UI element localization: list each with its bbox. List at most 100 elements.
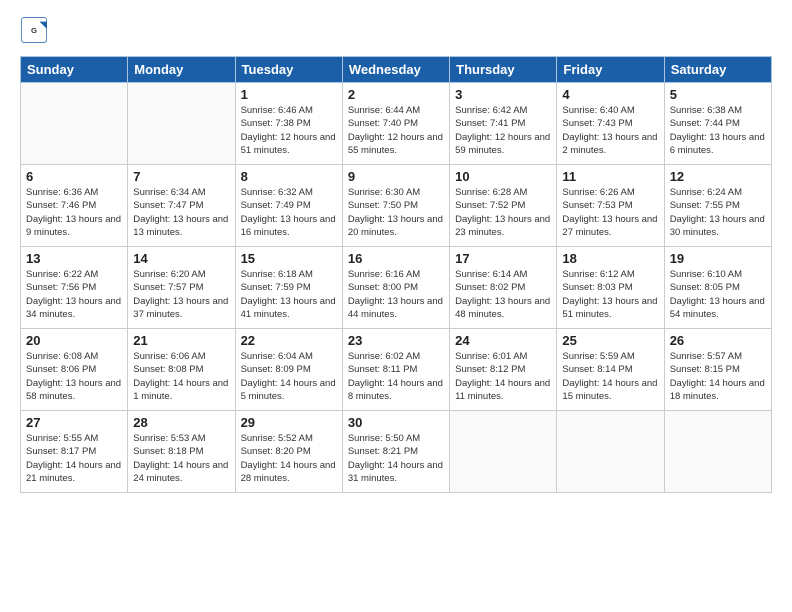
day-number: 23 <box>348 333 444 348</box>
day-info: Sunrise: 6:32 AMSunset: 7:49 PMDaylight:… <box>241 186 337 239</box>
calendar-cell: 18Sunrise: 6:12 AMSunset: 8:03 PMDayligh… <box>557 247 664 329</box>
calendar-cell <box>664 411 771 493</box>
calendar-cell: 3 Sunrise: 6:42 AMSunset: 7:41 PMDaylight… <box>450 83 557 165</box>
calendar-header-tuesday: Tuesday <box>235 57 342 83</box>
day-number: 11 <box>562 169 658 184</box>
day-number: 6 <box>26 169 122 184</box>
calendar-cell: 28Sunrise: 5:53 AMSunset: 8:18 PMDayligh… <box>128 411 235 493</box>
calendar-cell: 29 Sunrise: 5:52 AMSunset: 8:20 PMDayligh… <box>235 411 342 493</box>
calendar-cell: 20 Sunrise: 6:08 AMSunset: 8:06 PMDayligh… <box>21 329 128 411</box>
day-number: 29 <box>241 415 337 430</box>
logo: G <box>20 16 52 44</box>
calendar-header-row: SundayMondayTuesdayWednesdayThursdayFrid… <box>21 57 772 83</box>
day-info: Sunrise: 6:44 AMSunset: 7:40 PMDaylight:… <box>348 104 444 157</box>
day-info: Sunrise: 6:10 AMSunset: 8:05 PMDaylight:… <box>670 268 766 321</box>
day-info: Sunrise: 6:42 AMSunset: 7:41 PMDaylight:… <box>455 104 551 157</box>
svg-text:G: G <box>31 26 37 35</box>
calendar-cell: 14 Sunrise: 6:20 AMSunset: 7:57 PMDayligh… <box>128 247 235 329</box>
day-number: 8 <box>241 169 337 184</box>
calendar-cell: 7 Sunrise: 6:34 AMSunset: 7:47 PMDaylight… <box>128 165 235 247</box>
day-info: Sunrise: 5:59 AMSunset: 8:14 PMDaylight:… <box>562 350 658 403</box>
day-number: 12 <box>670 169 766 184</box>
calendar-cell: 11 Sunrise: 6:26 AMSunset: 7:53 PMDayligh… <box>557 165 664 247</box>
day-number: 5 <box>670 87 766 102</box>
day-number: 20 <box>26 333 122 348</box>
day-number: 13 <box>26 251 122 266</box>
calendar-header-thursday: Thursday <box>450 57 557 83</box>
calendar-week-1: 6 Sunrise: 6:36 AMSunset: 7:46 PMDaylight… <box>21 165 772 247</box>
day-number: 19 <box>670 251 766 266</box>
calendar-header-wednesday: Wednesday <box>342 57 449 83</box>
calendar-week-4: 27Sunrise: 5:55 AMSunset: 8:17 PMDayligh… <box>21 411 772 493</box>
calendar-cell: 10 Sunrise: 6:28 AMSunset: 7:52 PMDayligh… <box>450 165 557 247</box>
day-info: Sunrise: 5:50 AMSunset: 8:21 PMDaylight:… <box>348 432 444 485</box>
day-number: 24 <box>455 333 551 348</box>
day-info: Sunrise: 6:14 AMSunset: 8:02 PMDaylight:… <box>455 268 551 321</box>
calendar-cell <box>21 83 128 165</box>
day-info: Sunrise: 6:40 AMSunset: 7:43 PMDaylight:… <box>562 104 658 157</box>
calendar-cell: 9Sunrise: 6:30 AMSunset: 7:50 PMDaylight… <box>342 165 449 247</box>
day-number: 10 <box>455 169 551 184</box>
day-number: 4 <box>562 87 658 102</box>
calendar-week-3: 20 Sunrise: 6:08 AMSunset: 8:06 PMDayligh… <box>21 329 772 411</box>
calendar-cell: 13 Sunrise: 6:22 AMSunset: 7:56 PMDayligh… <box>21 247 128 329</box>
day-number: 17 <box>455 251 551 266</box>
day-number: 27 <box>26 415 122 430</box>
day-info: Sunrise: 6:04 AMSunset: 8:09 PMDaylight:… <box>241 350 337 403</box>
page-header: G <box>20 16 772 44</box>
calendar-cell: 17 Sunrise: 6:14 AMSunset: 8:02 PMDayligh… <box>450 247 557 329</box>
calendar-header-friday: Friday <box>557 57 664 83</box>
calendar-week-2: 13 Sunrise: 6:22 AMSunset: 7:56 PMDayligh… <box>21 247 772 329</box>
day-info: Sunrise: 6:06 AMSunset: 8:08 PMDaylight:… <box>133 350 229 403</box>
day-number: 7 <box>133 169 229 184</box>
calendar-cell: 24 Sunrise: 6:01 AMSunset: 8:12 PMDayligh… <box>450 329 557 411</box>
calendar-cell <box>450 411 557 493</box>
day-number: 16 <box>348 251 444 266</box>
day-number: 28 <box>133 415 229 430</box>
day-number: 21 <box>133 333 229 348</box>
day-info: Sunrise: 6:38 AMSunset: 7:44 PMDaylight:… <box>670 104 766 157</box>
calendar-cell: 22 Sunrise: 6:04 AMSunset: 8:09 PMDayligh… <box>235 329 342 411</box>
day-info: Sunrise: 6:16 AMSunset: 8:00 PMDaylight:… <box>348 268 444 321</box>
calendar-cell: 26 Sunrise: 5:57 AMSunset: 8:15 PMDayligh… <box>664 329 771 411</box>
day-info: Sunrise: 6:24 AMSunset: 7:55 PMDaylight:… <box>670 186 766 239</box>
day-info: Sunrise: 6:02 AMSunset: 8:11 PMDaylight:… <box>348 350 444 403</box>
day-info: Sunrise: 6:08 AMSunset: 8:06 PMDaylight:… <box>26 350 122 403</box>
day-info: Sunrise: 6:46 AMSunset: 7:38 PMDaylight:… <box>241 104 337 157</box>
calendar-header-monday: Monday <box>128 57 235 83</box>
day-info: Sunrise: 6:36 AMSunset: 7:46 PMDaylight:… <box>26 186 122 239</box>
calendar-cell: 5 Sunrise: 6:38 AMSunset: 7:44 PMDaylight… <box>664 83 771 165</box>
day-number: 3 <box>455 87 551 102</box>
day-number: 1 <box>241 87 337 102</box>
day-info: Sunrise: 6:22 AMSunset: 7:56 PMDaylight:… <box>26 268 122 321</box>
calendar-header-sunday: Sunday <box>21 57 128 83</box>
calendar-cell <box>557 411 664 493</box>
calendar-page: G SundayMondayTuesdayWednesdayThursdayFr… <box>0 0 792 612</box>
day-info: Sunrise: 5:57 AMSunset: 8:15 PMDaylight:… <box>670 350 766 403</box>
day-info: Sunrise: 6:28 AMSunset: 7:52 PMDaylight:… <box>455 186 551 239</box>
calendar-week-0: 1 Sunrise: 6:46 AMSunset: 7:38 PMDaylight… <box>21 83 772 165</box>
calendar-cell: 8 Sunrise: 6:32 AMSunset: 7:49 PMDaylight… <box>235 165 342 247</box>
day-info: Sunrise: 6:34 AMSunset: 7:47 PMDaylight:… <box>133 186 229 239</box>
calendar-cell: 2 Sunrise: 6:44 AMSunset: 7:40 PMDaylight… <box>342 83 449 165</box>
calendar-cell: 21 Sunrise: 6:06 AMSunset: 8:08 PMDayligh… <box>128 329 235 411</box>
calendar-cell: 30Sunrise: 5:50 AMSunset: 8:21 PMDayligh… <box>342 411 449 493</box>
calendar-cell: 16 Sunrise: 6:16 AMSunset: 8:00 PMDayligh… <box>342 247 449 329</box>
day-info: Sunrise: 5:52 AMSunset: 8:20 PMDaylight:… <box>241 432 337 485</box>
calendar-cell: 6 Sunrise: 6:36 AMSunset: 7:46 PMDaylight… <box>21 165 128 247</box>
day-number: 9 <box>348 169 444 184</box>
day-number: 25 <box>562 333 658 348</box>
day-number: 15 <box>241 251 337 266</box>
day-info: Sunrise: 6:26 AMSunset: 7:53 PMDaylight:… <box>562 186 658 239</box>
logo-icon: G <box>20 16 48 44</box>
calendar-cell: 4 Sunrise: 6:40 AMSunset: 7:43 PMDaylight… <box>557 83 664 165</box>
day-info: Sunrise: 6:20 AMSunset: 7:57 PMDaylight:… <box>133 268 229 321</box>
day-number: 22 <box>241 333 337 348</box>
calendar-table: SundayMondayTuesdayWednesdayThursdayFrid… <box>20 56 772 493</box>
day-number: 14 <box>133 251 229 266</box>
day-number: 26 <box>670 333 766 348</box>
day-info: Sunrise: 6:12 AMSunset: 8:03 PMDaylight:… <box>562 268 658 321</box>
calendar-cell: 25 Sunrise: 5:59 AMSunset: 8:14 PMDayligh… <box>557 329 664 411</box>
day-number: 2 <box>348 87 444 102</box>
day-info: Sunrise: 6:01 AMSunset: 8:12 PMDaylight:… <box>455 350 551 403</box>
